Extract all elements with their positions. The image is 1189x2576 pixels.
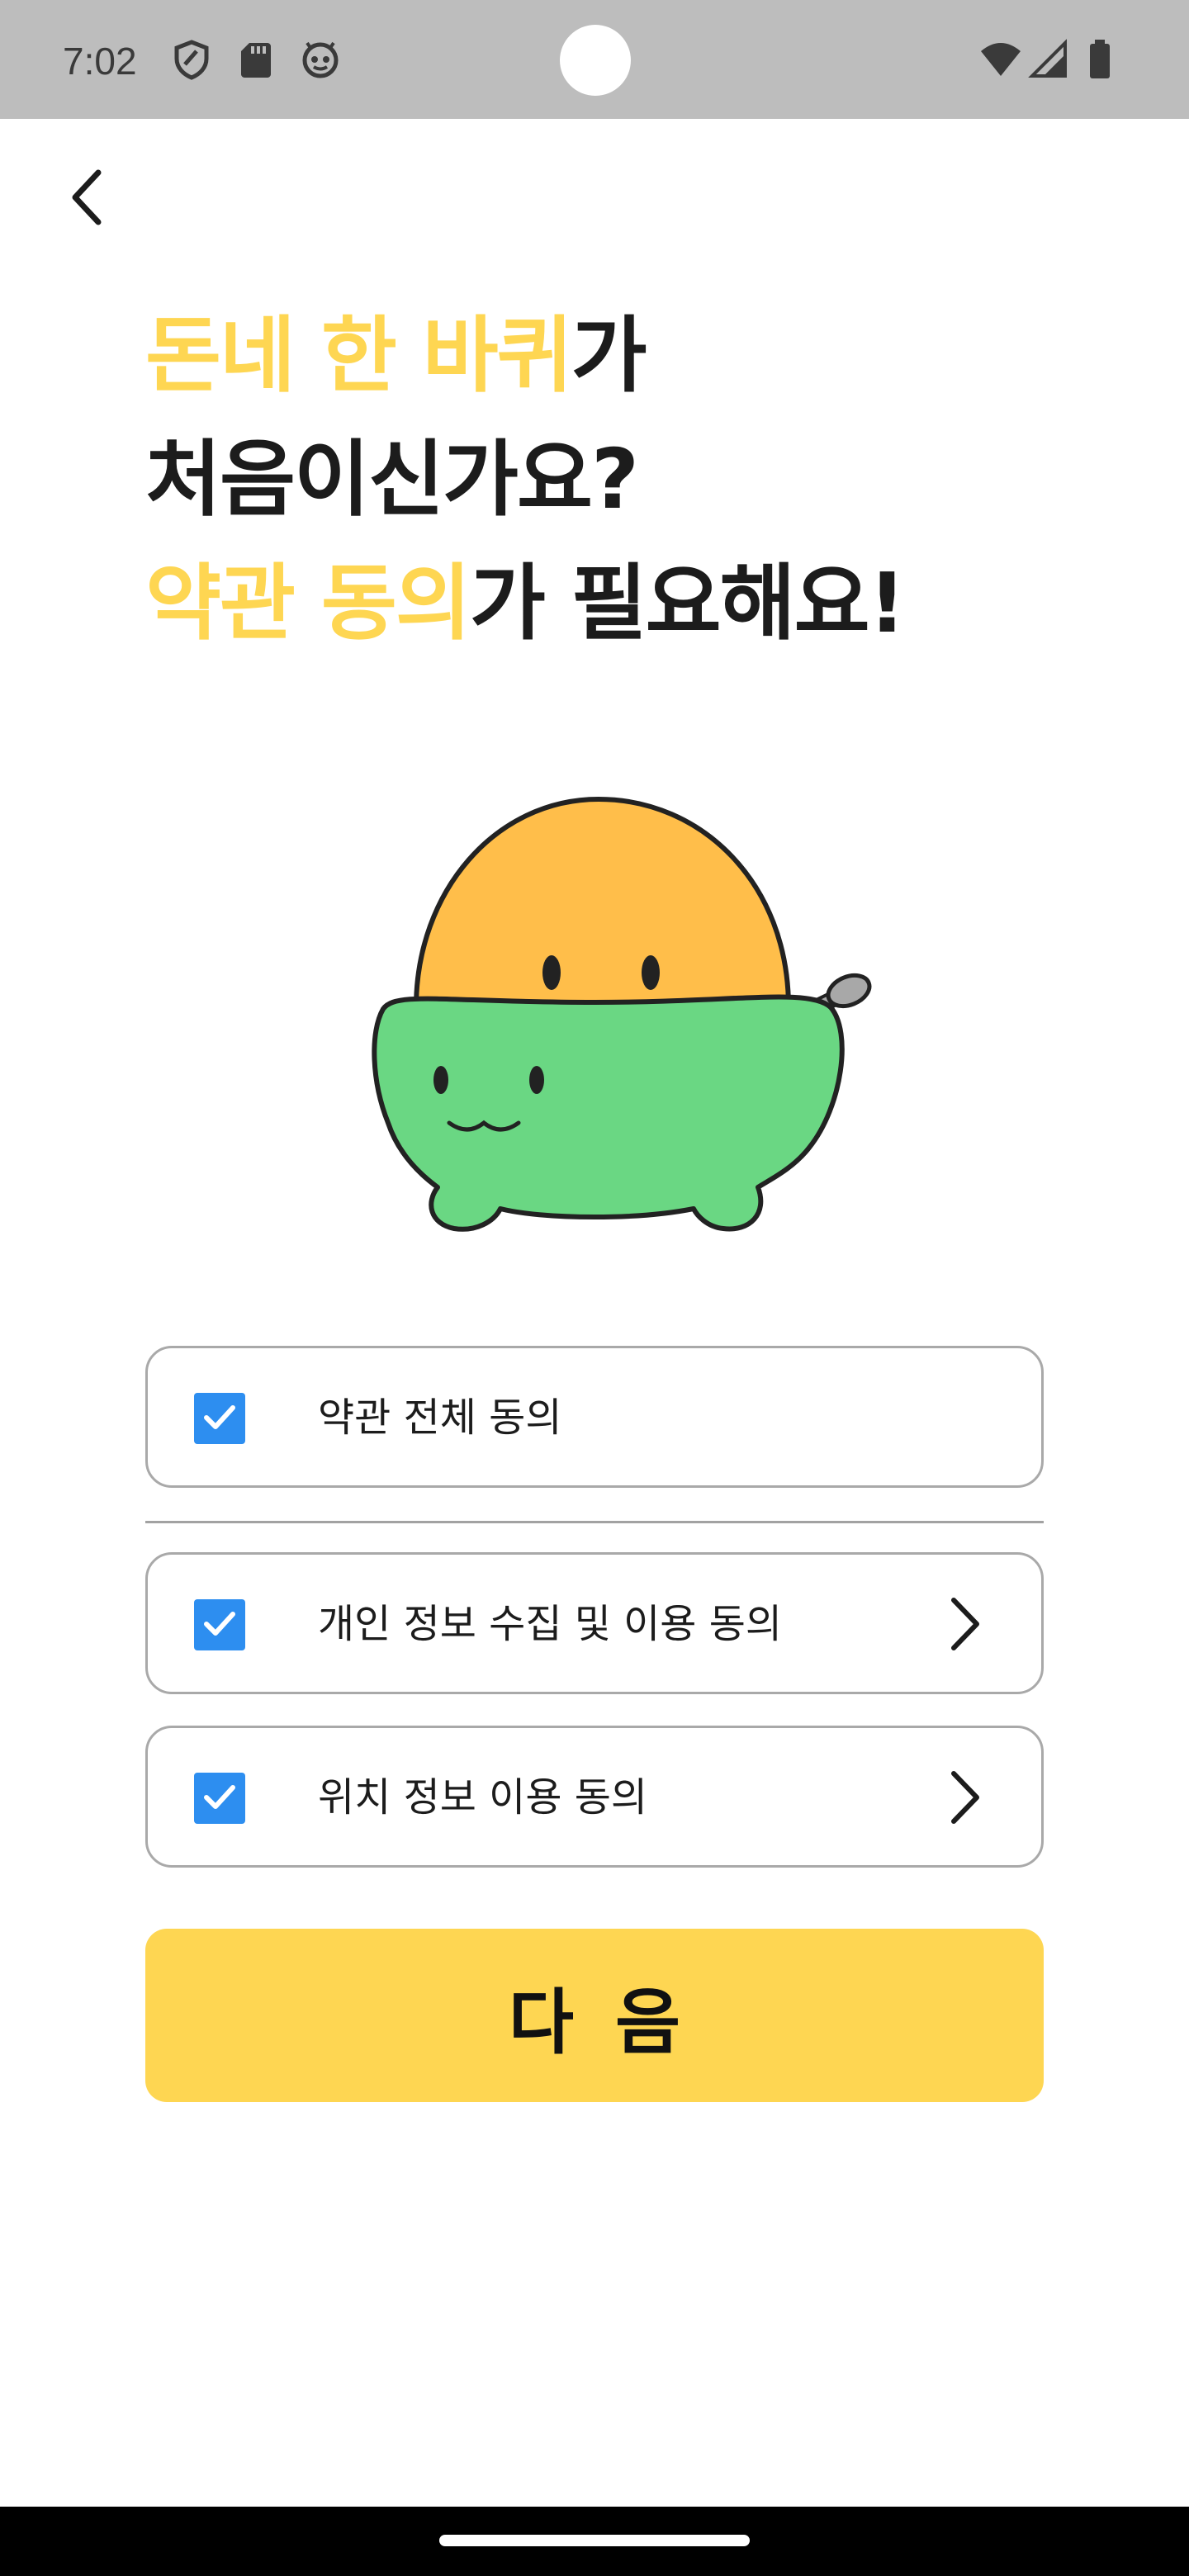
status-time: 7:02 (63, 40, 137, 83)
chevron-right-icon (944, 1769, 985, 1830)
agree-location-row[interactable]: 위치 정보 이용 동의 (145, 1726, 1044, 1868)
page-title: 돈네 한 바퀴가 처음이신가요? 약관 동의가 필요해요! (145, 294, 906, 665)
agree-location-detail-button[interactable] (936, 1768, 993, 1830)
agree-privacy-detail-button[interactable] (936, 1594, 993, 1657)
agree-all-label: 약관 전체 동의 (318, 1395, 562, 1441)
headline-line-1: 돈네 한 바퀴가 (145, 294, 904, 418)
checkmark-icon (200, 1397, 239, 1440)
mascot-illustration (347, 793, 883, 1280)
agree-all-checkbox[interactable] (194, 1393, 245, 1444)
wifi-icon (979, 38, 1022, 81)
battery-icon (1078, 38, 1121, 81)
agree-privacy-label: 개인 정보 수집 및 이용 동의 (318, 1601, 783, 1647)
next-button-label: 다음 (508, 1981, 722, 2064)
checkmark-icon (200, 1603, 239, 1646)
back-button[interactable] (50, 162, 124, 236)
camera-cutout (560, 25, 631, 96)
headline-line-3-rest: 가 필요해요! (469, 555, 906, 651)
agree-privacy-checkbox[interactable] (194, 1599, 245, 1650)
shield-icon (170, 38, 213, 81)
chevron-left-icon (62, 164, 111, 234)
agree-privacy-row[interactable]: 개인 정보 수집 및 이용 동의 (145, 1552, 1044, 1694)
agree-all-row[interactable]: 약관 전체 동의 (145, 1346, 1044, 1488)
headline-accent-app-name: 돈네 한 바퀴 (145, 307, 573, 404)
headline-line-3: 약관 동의가 필요해요! (145, 542, 906, 665)
sd-card-icon (234, 38, 277, 81)
status-bar: 7:02 (0, 0, 1189, 119)
home-indicator[interactable] (439, 2535, 750, 2546)
headline-line-1-rest: 가 (571, 307, 647, 404)
next-button[interactable]: 다음 (145, 1929, 1044, 2102)
robot-face-icon (299, 38, 342, 81)
signal-icon (1027, 38, 1070, 81)
chevron-right-icon (944, 1595, 985, 1656)
checkmark-icon (200, 1777, 239, 1820)
headline-accent-terms: 약관 동의 (145, 555, 471, 651)
divider (145, 1521, 1044, 1523)
agree-location-label: 위치 정보 이용 동의 (318, 1774, 648, 1821)
headline-line-2: 처음이신가요? (145, 431, 639, 528)
agree-location-checkbox[interactable] (194, 1773, 245, 1824)
system-nav-bar (0, 2507, 1189, 2576)
